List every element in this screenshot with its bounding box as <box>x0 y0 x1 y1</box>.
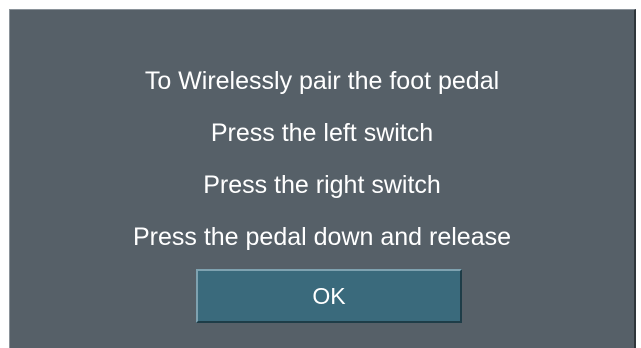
ok-button[interactable]: OK <box>196 269 462 323</box>
pairing-dialog: To Wirelessly pair the foot pedal Press … <box>9 9 636 348</box>
instruction-step-right-switch: Press the right switch <box>203 171 441 199</box>
instruction-title: To Wirelessly pair the foot pedal <box>144 67 500 95</box>
instruction-step-pedal-release: Press the pedal down and release <box>132 223 512 251</box>
instruction-step-left-switch: Press the left switch <box>210 119 434 147</box>
